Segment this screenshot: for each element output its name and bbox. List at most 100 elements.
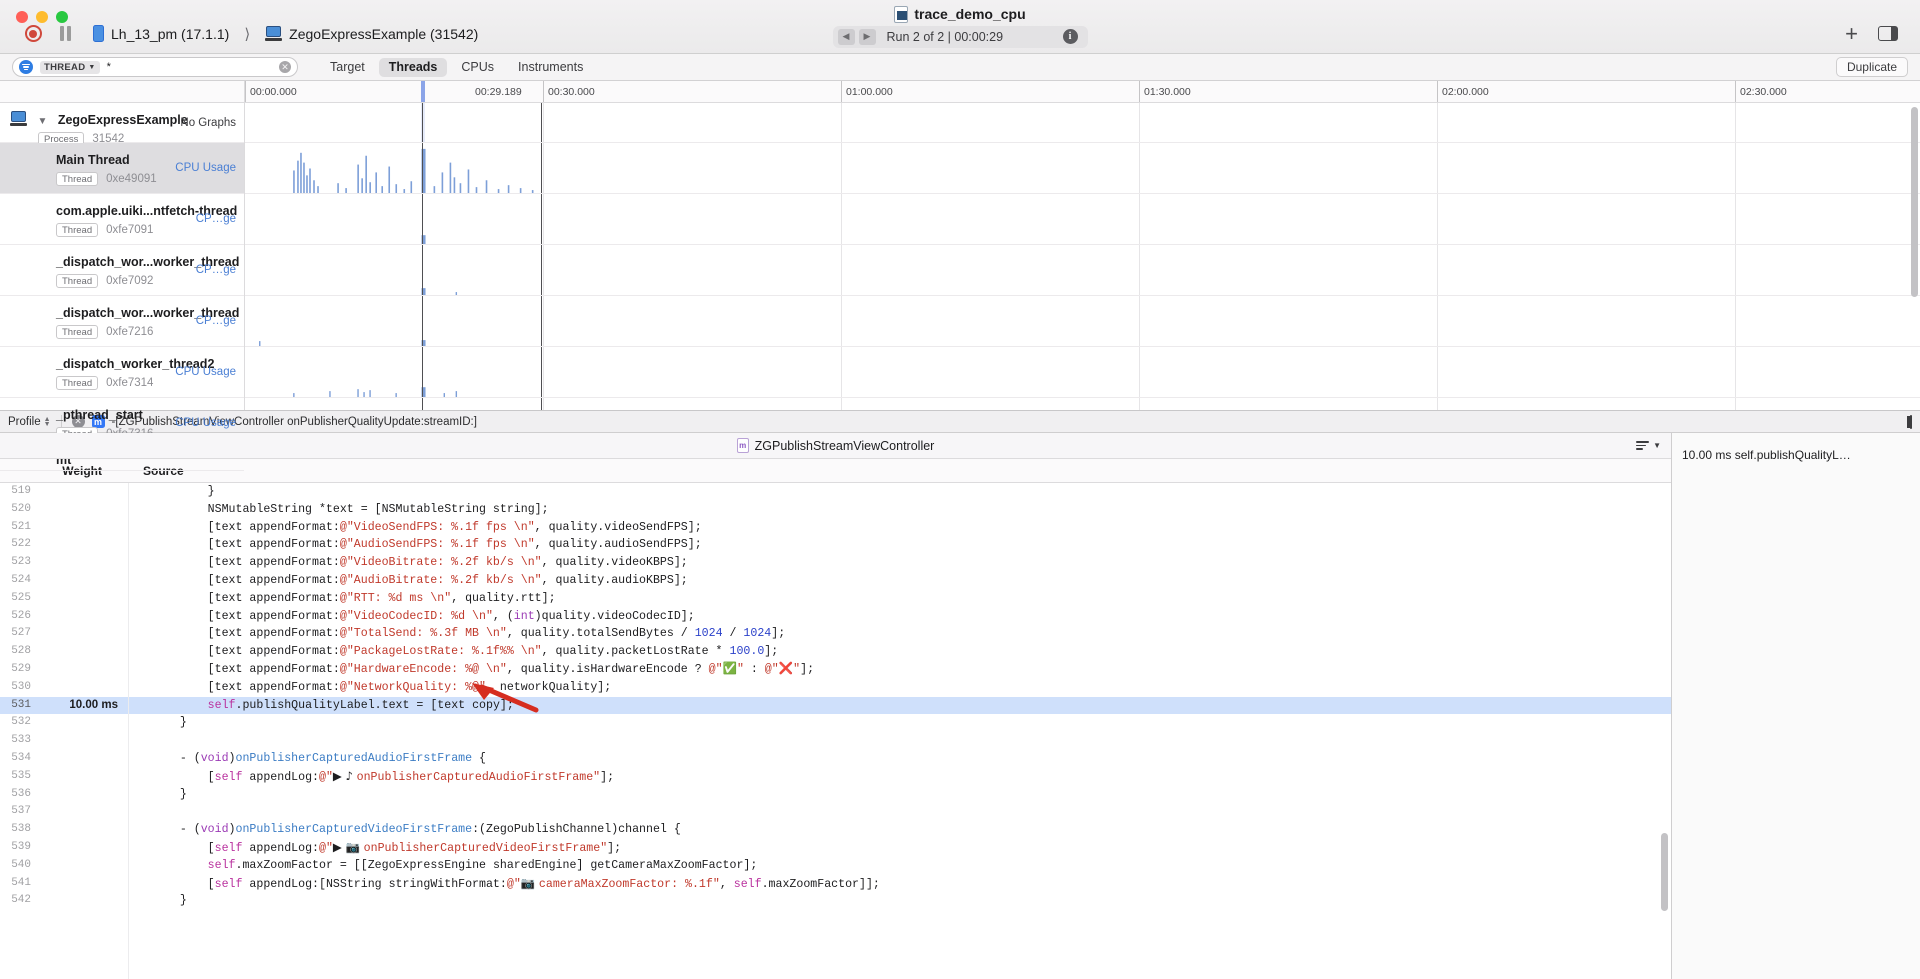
code-line[interactable]: 526 [text appendFormat:@"VideoCodecID: %… (0, 608, 1671, 626)
scope-token-label: THREAD (44, 62, 85, 73)
list-options-icon[interactable] (1636, 441, 1649, 449)
graph-row-uikit-fetch-thread[interactable] (245, 194, 1920, 245)
chevron-down-icon[interactable]: ▼ (1653, 441, 1661, 450)
track-row-dispatch-worker-7216[interactable]: _dispatch_wor...worker_thread Thread 0xf… (0, 296, 244, 347)
thread-instrument-label[interactable]: CPU Usage (175, 162, 236, 174)
thread-instrument-label[interactable]: CPU Usage (175, 366, 236, 378)
code-line[interactable]: 535 [self appendLog:@"▶ ♪ onPublisherCap… (0, 768, 1671, 786)
graph-row-dispatch-worker-thread2[interactable] (245, 347, 1920, 398)
code-line[interactable]: 524 [text appendFormat:@"AudioBitrate: %… (0, 572, 1671, 590)
code-line[interactable]: 528 [text appendFormat:@"PackageLostRate… (0, 643, 1671, 661)
thread-instrument-label[interactable]: CPU Usage (175, 417, 236, 429)
tab-instruments[interactable]: Instruments (508, 58, 593, 77)
line-number: 540 (0, 857, 40, 875)
add-instrument-button[interactable]: + (1845, 23, 1858, 45)
timeline-graphs[interactable]: 00:00.000 00:30.000 01:00.000 01:30.000 … (245, 81, 1920, 410)
search-field[interactable]: THREAD ▼ * ✕ (12, 57, 298, 77)
record-button[interactable] (20, 21, 46, 47)
code-line[interactable]: 529 [text appendFormat:@"HardwareEncode:… (0, 661, 1671, 679)
code-line[interactable]: 530 [text appendFormat:@"NetworkQuality:… (0, 679, 1671, 697)
graph-row-dispatch-worker-7216[interactable] (245, 296, 1920, 347)
source-column-header: Weight Source (0, 459, 1671, 483)
pause-button[interactable] (60, 26, 71, 41)
source-options[interactable]: ▼ (1636, 441, 1661, 450)
code-line[interactable]: 539 [self appendLog:@"▶ 📷 onPublisherCap… (0, 839, 1671, 857)
code-line[interactable]: 540 self.maxZoomFactor = [[ZegoExpressEn… (0, 857, 1671, 875)
next-run-button[interactable]: ▶ (859, 29, 876, 45)
detail-pane: m ZGPublishStreamViewController ▼ Weight… (0, 433, 1920, 979)
track-row-main-thread[interactable]: Main Thread Thread 0xe49091 CPU Usage (0, 143, 244, 194)
code-line[interactable]: 532 } (0, 714, 1671, 732)
run-navigator[interactable]: ◀ ▶ Run 2 of 2 | 00:00:29 i (833, 26, 1088, 48)
line-number: 537 (0, 803, 40, 821)
code-line[interactable]: 522 [text appendFormat:@"AudioSendFPS: %… (0, 536, 1671, 554)
code-line[interactable]: 53110.00 ms self.publishQualityLabel.tex… (0, 697, 1671, 715)
line-source: - (void)onPublisherCapturedVideoFirstFra… (128, 821, 1671, 839)
code-line[interactable]: 527 [text appendFormat:@"TotalSend: %.3f… (0, 625, 1671, 643)
code-line[interactable]: 525 [text appendFormat:@"RTT: %d ms \n",… (0, 590, 1671, 608)
source-viewer: m ZGPublishStreamViewController ▼ Weight… (0, 433, 1672, 979)
code-line[interactable]: 534 - (void)onPublisherCapturedAudioFirs… (0, 750, 1671, 768)
disclosure-chevron-icon[interactable]: ▼ (37, 116, 47, 127)
line-number: 535 (0, 768, 40, 786)
toggle-inspector-button[interactable] (1910, 415, 1912, 429)
tab-target[interactable]: Target (320, 58, 375, 77)
run-info-text: Run 2 of 2 | 00:00:29 (885, 30, 1054, 44)
tab-threads[interactable]: Threads (379, 58, 448, 77)
thread-instrument-label[interactable]: CP…ge (196, 315, 236, 327)
code-line[interactable]: 519 } (0, 483, 1671, 501)
line-source: - (void)onPublisherCapturedAudioFirstFra… (128, 750, 1671, 768)
graph-row-main-thread[interactable] (245, 143, 1920, 194)
code-listing[interactable]: 519 }520 NSMutableString *text = [NSMuta… (0, 483, 1671, 979)
code-line[interactable]: 542 } (0, 892, 1671, 910)
line-source: [text appendFormat:@"NetworkQuality: %@"… (128, 679, 1671, 697)
target-selector[interactable]: Lh_13_pm (17.1.1) ⟩ ZegoExpressExample (… (93, 25, 478, 43)
track-row-uikit-fetch-thread[interactable]: com.apple.uiki...ntfetch-thread Thread 0… (0, 194, 244, 245)
ruler-tick: 01:00.000 (841, 81, 893, 102)
zoom-window-button[interactable] (56, 11, 68, 23)
code-line[interactable]: 536 } (0, 786, 1671, 804)
line-source: self.publishQualityLabel.text = [text co… (128, 697, 1671, 715)
info-icon[interactable]: i (1063, 29, 1078, 44)
scope-token[interactable]: THREAD ▼ (40, 61, 100, 74)
code-body: 519 }520 NSMutableString *text = [NSMuta… (0, 483, 1671, 910)
thread-instrument-label[interactable]: CP…ge (196, 213, 236, 225)
code-line[interactable]: 533 (0, 732, 1671, 750)
track-row-dispatch-worker-thread2[interactable]: _dispatch_worker_thread2 Thread 0xfe7314… (0, 347, 244, 398)
search-input[interactable]: * (107, 61, 272, 73)
minimize-window-button[interactable] (36, 11, 48, 23)
playhead-handle[interactable] (421, 81, 425, 102)
app-icon (265, 26, 282, 41)
graph-row-pthread-start[interactable] (245, 398, 1920, 410)
code-line[interactable]: 520 NSMutableString *text = [NSMutableSt… (0, 501, 1671, 519)
thread-instrument-label[interactable]: CP…ge (196, 264, 236, 276)
process-icon (10, 111, 27, 126)
code-line[interactable]: 538 - (void)onPublisherCapturedVideoFirs… (0, 821, 1671, 839)
previous-run-button[interactable]: ◀ (838, 29, 855, 45)
code-line[interactable]: 541 [self appendLog:[NSString stringWith… (0, 875, 1671, 893)
toggle-detail-panel-button[interactable] (1878, 26, 1898, 41)
graph-row-dispatch-worker-7092[interactable] (245, 245, 1920, 296)
close-window-button[interactable] (16, 11, 28, 23)
track-row-process[interactable]: ▼ ZegoExpressExample Process 31542 No Gr… (0, 103, 244, 143)
timeline-ruler[interactable]: 00:00.000 00:30.000 01:00.000 01:30.000 … (245, 81, 1920, 103)
line-source: NSMutableString *text = [NSMutableString… (128, 501, 1671, 519)
duplicate-button[interactable]: Duplicate (1836, 57, 1908, 77)
code-scrollbar[interactable] (1661, 833, 1668, 911)
graph-row-process[interactable] (245, 103, 1920, 143)
filter-icon[interactable] (19, 60, 33, 74)
source-file-name: ZGPublishStreamViewController (755, 439, 935, 453)
line-source: [text appendFormat:@"VideoBitrate: %.2f … (128, 554, 1671, 572)
clear-search-icon[interactable]: ✕ (279, 61, 291, 73)
line-source: } (128, 786, 1671, 804)
line-number: 533 (0, 732, 40, 750)
recording-controls: Lh_13_pm (17.1.1) ⟩ ZegoExpressExample (… (0, 21, 478, 47)
code-line[interactable]: 537 (0, 803, 1671, 821)
code-line[interactable]: 521 [text appendFormat:@"VideoSendFPS: %… (0, 519, 1671, 537)
code-line[interactable]: 523 [text appendFormat:@"VideoBitrate: %… (0, 554, 1671, 572)
tab-cpus[interactable]: CPUs (451, 58, 504, 77)
timeline-scrollbar[interactable] (1911, 107, 1918, 297)
line-number: 534 (0, 750, 40, 768)
track-row-dispatch-worker-7092[interactable]: _dispatch_wor...worker_thread Thread 0xf… (0, 245, 244, 296)
line-source: [text appendFormat:@"VideoCodecID: %d \n… (128, 608, 1671, 626)
